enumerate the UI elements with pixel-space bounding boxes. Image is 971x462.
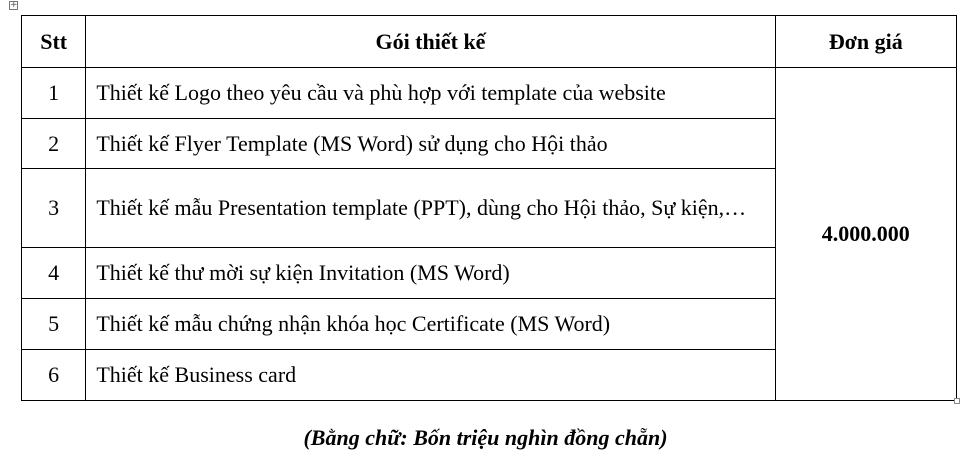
header-stt: Stt [20,15,87,68]
header-price: Đơn giá [774,15,958,68]
row-package: Thiết kế Logo theo yêu cầu và phù hợp vớ… [85,67,776,119]
row-stt: 3 [20,168,87,248]
price-cell: 4.000.000 [774,67,958,401]
row-stt: 2 [20,118,87,169]
table-resize-handle[interactable] [954,398,960,404]
header-package: Gói thiết kế [85,15,776,68]
amount-in-words: (Bằng chữ: Bốn triệu nghìn đồng chẵn) [303,425,668,450]
table-move-handle[interactable]: + [9,1,18,10]
row-stt: 1 [20,67,87,119]
row-stt: 5 [20,298,87,350]
row-package: Thiết kế mẫu Presentation template (PPT)… [85,168,776,248]
pricing-table: Stt Gói thiết kế Đơn giá 1 Thiết kế Logo… [20,15,958,401]
row-stt: 6 [20,349,87,401]
table-header-row: Stt Gói thiết kế Đơn giá [20,15,958,68]
row-package: Thiết kế mẫu chứng nhận khóa học Certifi… [85,298,776,350]
row-stt: 4 [20,247,87,299]
table-row: 1 Thiết kế Logo theo yêu cầu và phù hợp … [20,67,958,401]
row-package: Thiết kế thư mời sự kiện Invitation (MS … [85,247,776,299]
row-package: Thiết kế Business card [85,349,776,401]
row-package: Thiết kế Flyer Template (MS Word) sử dụn… [85,118,776,169]
